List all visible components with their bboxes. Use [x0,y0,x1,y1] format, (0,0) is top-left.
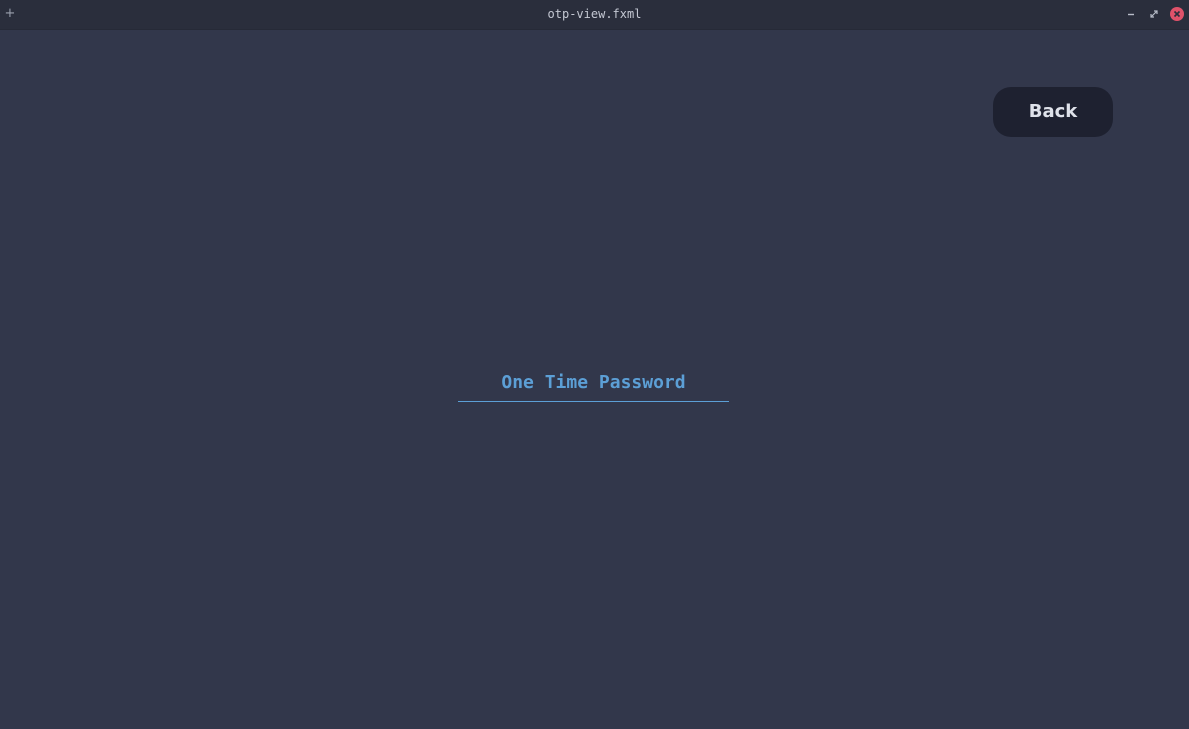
window-title: otp-view.fxml [547,7,642,21]
minimize-icon[interactable] [1124,7,1138,21]
otp-view: Back [0,30,1189,729]
restore-icon[interactable] [1147,7,1161,21]
close-icon[interactable] [1170,7,1184,21]
back-button[interactable]: Back [993,87,1113,137]
app-window: + otp-view.fxml Back [0,0,1189,729]
otp-input[interactable] [458,364,729,402]
title-bar[interactable]: + otp-view.fxml [0,0,1189,30]
